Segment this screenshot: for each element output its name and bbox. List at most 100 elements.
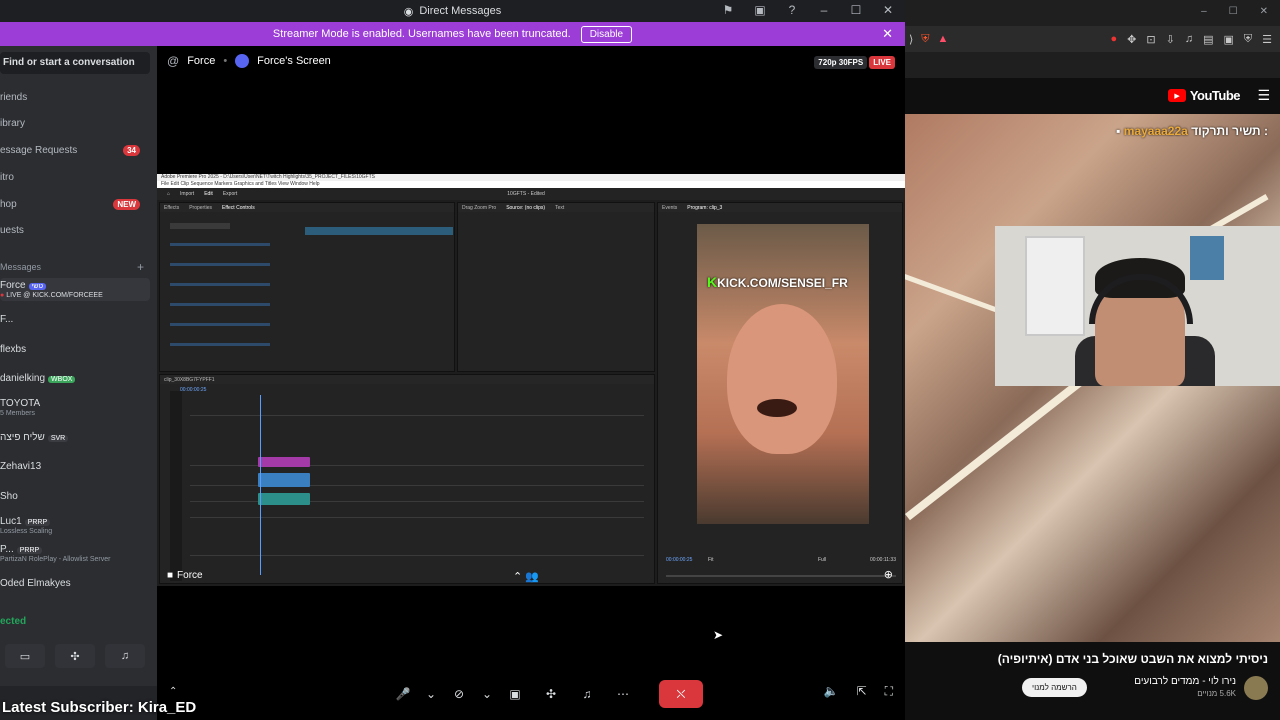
screenshot-icon[interactable]: ⊡ <box>1146 33 1155 46</box>
collapse-participants-icon[interactable]: ⌃ 👥 <box>513 570 539 583</box>
activities-icon[interactable]: ✣ <box>55 644 95 668</box>
browser-window: – ☐ ✕ ⟩ ⛨ ▲ ● ✥ ⊡ ⇩ ♫ ▤ ▣ ⛨ ☰ ▶ YouTube … <box>905 0 1280 720</box>
dm-item[interactable]: P... PRRP PartizaN RolePlay - Allowlist Se… <box>0 544 150 563</box>
view-controls: 🔈 ⇱ ⛶ <box>824 684 893 699</box>
maximize-icon[interactable]: ☐ <box>849 3 863 17</box>
timeline-panel: clip_30X8BG7FYPFF1 00:00:00:25 <box>159 374 655 584</box>
soundboard-icon[interactable]: ♫ <box>105 644 145 668</box>
premiere-screen: Adobe Premiere Pro 2025 - D:\Users\User\… <box>157 174 905 586</box>
kick-overlay: KKICK.COM/SENSEI_FR <box>707 274 848 290</box>
vpn-icon[interactable]: ⛨ <box>1244 33 1252 46</box>
dm-sidebar: Find or start a conversation riends ibra… <box>0 46 157 720</box>
rewards-icon[interactable]: ▲ <box>938 33 949 46</box>
minimize-icon[interactable]: – <box>817 3 831 17</box>
dm-item[interactable]: TOYOTA 5 Members <box>0 398 150 417</box>
nav-library[interactable]: ibrary <box>0 112 150 134</box>
channel-info[interactable]: נירו לוי - ממדים לרבועים 5.6K מנויים <box>1134 676 1236 698</box>
extensions-icon[interactable]: ✥ <box>1127 33 1136 46</box>
chevron-down-icon[interactable]: ⌄ <box>425 682 437 706</box>
dm-item[interactable]: Oded Elmakyes <box>0 578 150 589</box>
video-title[interactable]: ניסיתי למצוא את השבט שאוכל בני אדם (איתי… <box>998 652 1268 666</box>
channel-avatar[interactable] <box>1244 676 1268 700</box>
banner-close-icon[interactable]: ✕ <box>882 26 893 42</box>
program-video-frame: KKICK.COM/SENSEI_FR <box>697 224 869 524</box>
subscribe-button[interactable]: הרשמה למנוי <box>1022 678 1087 697</box>
dm-item[interactable]: danielking WBOX <box>0 373 150 384</box>
discord-titlebar: ◉ Direct Messages ⚑ ▣ ? – ☐ ✕ <box>0 0 905 22</box>
dm-item[interactable]: Luc1 PRRP Lossless Scaling <box>0 516 150 535</box>
stream-screen-label: Force's Screen <box>257 55 331 67</box>
disable-streamer-button[interactable]: Disable <box>580 25 633 43</box>
create-dm-icon[interactable]: + <box>137 260 144 274</box>
sidebar-icon[interactable]: ▤ <box>1203 33 1213 46</box>
browser-toolbar: ⟩ ⛨ ▲ ● ✥ ⊡ ⇩ ♫ ▤ ▣ ⛨ ☰ <box>905 26 1280 52</box>
minimize-icon[interactable]: – <box>1201 6 1207 17</box>
inbox-flag-icon[interactable]: ⚑ <box>721 3 735 17</box>
microphone-icon[interactable]: 🎤 <box>389 682 417 706</box>
dm-item[interactable]: F... <box>0 314 150 325</box>
youtube-logo[interactable]: ▶ YouTube <box>1167 88 1241 103</box>
youtube-video-info: ניסיתי למצוא את השבט שאוכל בני אדם (איתי… <box>905 642 1280 720</box>
play-icon: ▶ <box>1167 89 1186 102</box>
browser-menu-icon[interactable]: ☰ <box>1262 33 1272 46</box>
call-controls: 🎤 ⌄ ⊘ ⌄ ▣ ✣ ♫ ⋯ ⛌ <box>389 680 703 708</box>
disconnect-button[interactable]: ⛌ <box>659 680 703 708</box>
wallet-icon[interactable]: ▣ <box>1223 33 1233 46</box>
dm-item[interactable]: שליח פיצה SVR <box>0 432 150 443</box>
record-icon[interactable]: ● <box>1111 33 1118 46</box>
expand-up-icon[interactable]: ⌃ <box>169 686 177 697</box>
nav-friends[interactable]: riends <box>0 86 150 108</box>
new-badge: NEW <box>113 198 140 210</box>
brave-shield-icon[interactable]: ⛨ <box>921 33 929 46</box>
search-input[interactable]: Find or start a conversation <box>0 52 150 74</box>
dm-section-header: Messages + <box>0 260 144 274</box>
activities-icon[interactable]: ✣ <box>537 682 565 706</box>
chevron-down-icon[interactable]: ⌄ <box>481 682 493 706</box>
at-icon: @ <box>167 54 180 68</box>
nav-shop[interactable]: hop NEW <box>0 193 150 215</box>
discord-window: ◉ Direct Messages ⚑ ▣ ? – ☐ ✕ Streamer M… <box>0 0 905 720</box>
close-icon[interactable]: ✕ <box>1260 6 1268 17</box>
camera-off-icon[interactable]: ⊘ <box>445 682 473 706</box>
nav-quests[interactable]: uests <box>0 219 150 241</box>
help-icon[interactable]: ? <box>785 3 799 17</box>
stream-user[interactable]: Force <box>187 55 215 67</box>
hamburger-icon[interactable]: ☰ <box>1257 87 1270 104</box>
download-icon[interactable]: ⇩ <box>1166 33 1175 46</box>
music-icon[interactable]: ♫ <box>1185 33 1193 46</box>
dm-item[interactable]: Force טשי ● LIVE @ KICK.COM/FORCEEE <box>0 278 150 301</box>
menu-icon[interactable]: ⟩ <box>909 33 913 46</box>
youtube-header: ▶ YouTube ☰ <box>905 78 1280 114</box>
webcam-overlay <box>995 226 1280 386</box>
close-icon[interactable]: ✕ <box>881 3 895 17</box>
camera-icon[interactable]: ▭ <box>5 644 45 668</box>
fullscreen-icon[interactable]: ⛶ <box>885 684 893 699</box>
share-screen-icon[interactable]: ▣ <box>501 682 529 706</box>
avatar <box>235 54 250 68</box>
stream-screen-icon: ■ <box>167 570 174 581</box>
dm-item[interactable]: flexbs <box>0 344 150 355</box>
requests-count-badge: 34 <box>123 144 140 156</box>
voice-actions: ▭ ✣ ♫ <box>0 644 150 668</box>
discord-logo-icon: ◉ <box>403 5 414 18</box>
volume-icon[interactable]: 🔈 <box>824 684 839 699</box>
zoom-icon[interactable]: ⊕ <box>884 568 893 581</box>
mouse-cursor-icon: ➤ <box>713 628 724 642</box>
screen-icon[interactable]: ▣ <box>753 3 767 17</box>
popout-icon[interactable]: ⇱ <box>857 684 867 699</box>
window-title: Direct Messages <box>419 5 502 17</box>
youtube-video-player[interactable]: ▪ mayaaa22a תשיר ותרקוד : <box>905 114 1280 642</box>
dm-item[interactable]: Zehavi13 <box>0 461 150 472</box>
nav-nitro[interactable]: itro <box>0 166 150 188</box>
maximize-icon[interactable]: ☐ <box>1229 6 1238 17</box>
streamer-mode-banner: Streamer Mode is enabled. Usernames have… <box>0 22 905 46</box>
dm-item[interactable]: Sho <box>0 491 150 502</box>
nav-message-requests[interactable]: essage Requests 34 <box>0 139 150 161</box>
stream-view: @ Force • Force's Screen 720p 30FPS LIVE… <box>157 46 905 720</box>
stream-header: @ Force • Force's Screen <box>167 54 331 68</box>
more-icon[interactable]: ⋯ <box>609 682 637 706</box>
source-monitor-panel: Drag Zoom Pro Source: (no clips) Text <box>457 202 655 372</box>
quality-badge: 720p 30FPS <box>814 56 868 69</box>
voice-connected-status: ected <box>0 616 27 627</box>
soundboard-icon[interactable]: ♫ <box>573 682 601 706</box>
